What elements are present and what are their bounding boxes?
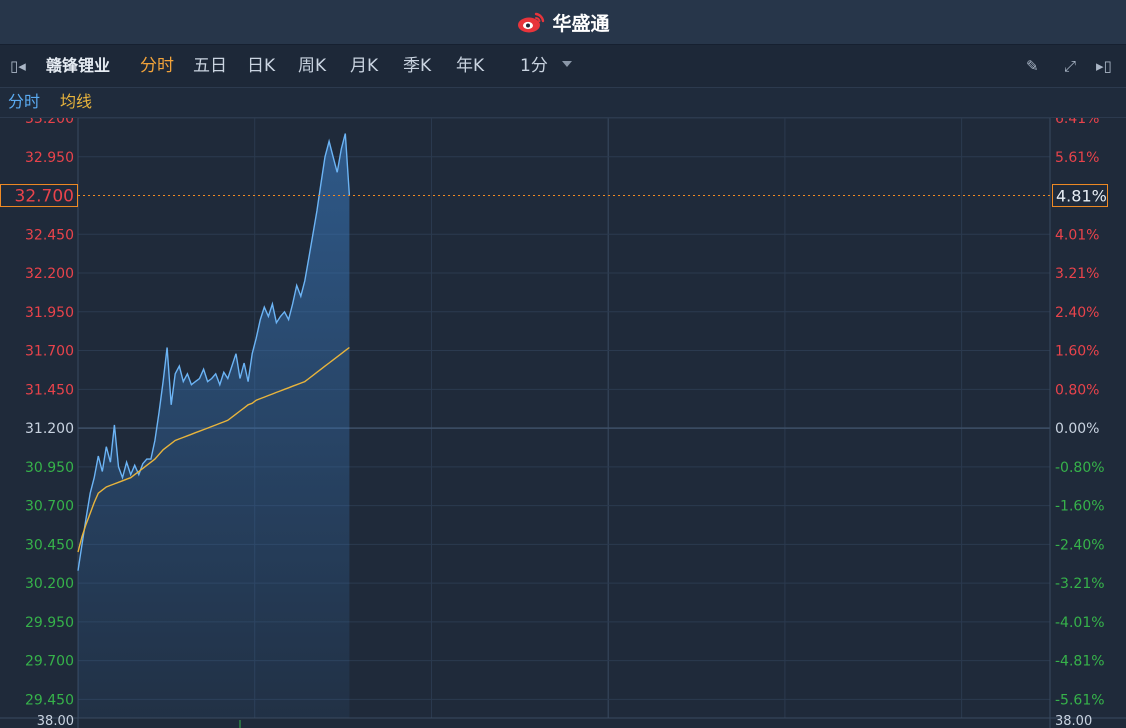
pct-tick-label: -1.60% — [1055, 499, 1105, 515]
pct-tick-label: -4.01% — [1055, 615, 1105, 631]
pct-tick-label: 2.40% — [1055, 305, 1099, 321]
intraday-chart[interactable]: 33.200 6.41% 32.950 5.61% 32.450 4.01% 32.200 3… — [0, 118, 1126, 728]
pct-tick-label: -2.40% — [1055, 537, 1105, 553]
y-tick-label: 30.950 — [25, 460, 74, 476]
average-line-indicator-label[interactable]: 均线 — [60, 92, 92, 112]
pct-tick-label: 0.00% — [1055, 421, 1099, 437]
y-tick-label: 32.200 — [25, 266, 74, 282]
y-tick-label: 32.950 — [25, 150, 74, 166]
tab-intraday[interactable]: 分时 — [140, 55, 174, 77]
stock-name: 赣锋锂业 — [46, 56, 111, 75]
title-bar: 华盛通 — [0, 0, 1126, 45]
y-tick-label: 31.450 — [25, 382, 74, 398]
tab-daily-k[interactable]: 日K — [247, 55, 275, 77]
chevron-down-icon[interactable] — [562, 61, 572, 67]
tab-yearly-k[interactable]: 年K — [456, 55, 484, 77]
pencil-icon[interactable]: ✎ — [1026, 56, 1039, 76]
collapse-left-icon[interactable]: ▯◂ — [10, 56, 26, 76]
pct-tick-label: -0.80% — [1055, 460, 1105, 476]
pct-tick-label: 5.61% — [1055, 150, 1099, 166]
y-tick-label: 33.200 — [25, 118, 74, 127]
y-tick-label: 29.700 — [25, 654, 74, 670]
chart-toolbar: ▯◂ 赣锋锂业 分时 五日 日K 周K 月K 季K 年K 1分 ✎ ⤢ ▸▯ — [0, 45, 1126, 88]
volume-scale-left: 38.00 — [37, 714, 74, 728]
tab-quarterly-k[interactable]: 季K — [403, 55, 431, 77]
weibo-style-logo-icon — [518, 12, 545, 33]
crosshair-pct-label: 4.81% — [1056, 187, 1107, 206]
y-tick-label: 31.950 — [25, 305, 74, 321]
y-tick-label: 30.450 — [25, 537, 74, 553]
pct-tick-label: -3.21% — [1055, 576, 1105, 592]
pct-tick-label: -4.81% — [1055, 654, 1105, 670]
pct-tick-label: 1.60% — [1055, 344, 1099, 360]
pct-tick-label: 0.80% — [1055, 382, 1099, 398]
y-tick-label: 29.450 — [25, 692, 74, 708]
crosshair-price-label: 32.700 — [15, 187, 74, 207]
y-tick-label: 32.450 — [25, 227, 74, 243]
tab-five-day[interactable]: 五日 — [193, 55, 227, 77]
y-tick-label: 31.200 — [25, 421, 74, 437]
volume-scale-right: 38.00 — [1055, 714, 1092, 728]
pct-tick-label: 4.01% — [1055, 227, 1099, 243]
brand-name: 华盛通 — [552, 12, 610, 35]
fullscreen-icon[interactable]: ⤢ — [1064, 56, 1076, 76]
tab-weekly-k[interactable]: 周K — [298, 55, 326, 77]
y-tick-label: 30.200 — [25, 576, 74, 592]
pct-tick-label: 3.21% — [1055, 266, 1099, 282]
tab-monthly-k[interactable]: 月K — [350, 55, 378, 77]
collapse-right-icon[interactable]: ▸▯ — [1096, 56, 1112, 76]
intraday-indicator-label[interactable]: 分时 — [8, 92, 40, 112]
indicator-bar: 分时 均线 — [0, 88, 1126, 118]
brand-logo: 华盛通 — [516, 9, 610, 36]
y-tick-label: 30.700 — [25, 499, 74, 515]
interval-select[interactable]: 1分 — [520, 55, 548, 77]
y-tick-label: 31.700 — [25, 344, 74, 360]
pct-tick-label: -5.61% — [1055, 692, 1105, 708]
y-tick-label: 29.950 — [25, 615, 74, 631]
pct-tick-label: 6.41% — [1055, 118, 1099, 127]
